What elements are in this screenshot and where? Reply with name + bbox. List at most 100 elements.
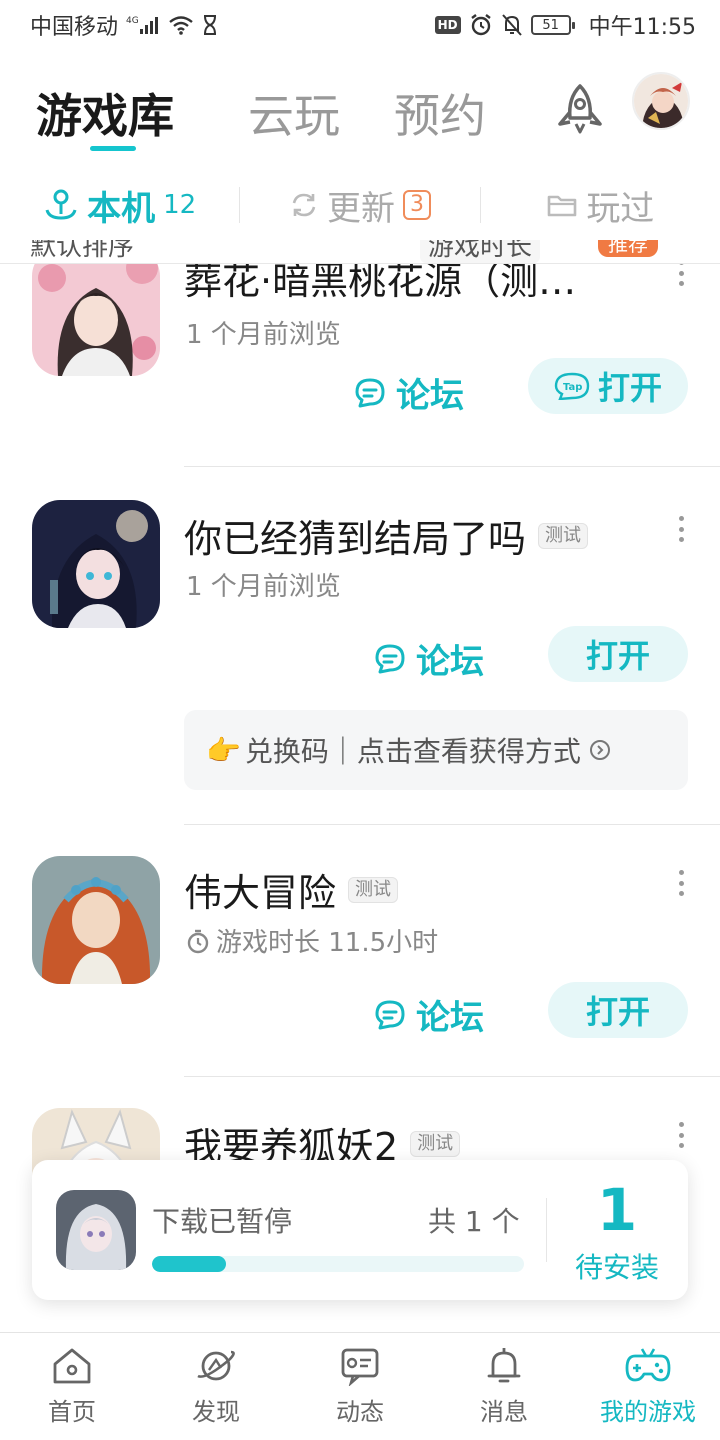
download-progress-fill	[152, 1256, 227, 1272]
subtab-local-count: 12	[163, 190, 197, 220]
forum-button[interactable]: 论坛	[374, 634, 484, 683]
active-tab-indicator	[90, 146, 136, 151]
stopwatch-icon	[187, 929, 209, 953]
carrier-label: 中国移动	[30, 15, 119, 40]
test-badge: 测试	[538, 522, 589, 549]
open-label: 打开	[597, 369, 662, 407]
open-button[interactable]: 打开	[548, 626, 688, 682]
header: 游戏库 云玩 预约	[0, 60, 720, 160]
mute-bell-icon	[501, 13, 523, 37]
clock: 中午11:55	[588, 15, 696, 40]
redeem-code-banner[interactable]: 👉 兑换码｜点击查看获得方式	[184, 710, 688, 790]
status-bar: 中国移动 4G HD 51 中午11:55	[0, 0, 720, 50]
nav-feed[interactable]: 动态	[288, 1333, 432, 1440]
network-label: 4G	[126, 16, 139, 26]
download-progress-bar	[152, 1256, 524, 1272]
game-title-row: 你已经猜到结局了吗 测试	[184, 508, 589, 563]
subtab-played-label: 玩过	[586, 188, 655, 229]
forum-chat-icon	[375, 644, 405, 673]
test-badge: 测试	[410, 1130, 461, 1157]
alarm-icon	[469, 13, 493, 37]
game-title[interactable]: 伟大冒险	[184, 862, 336, 917]
forum-label: 论坛	[416, 998, 484, 1038]
more-options-icon[interactable]	[674, 1122, 688, 1148]
hourglass-icon	[202, 15, 218, 35]
home-icon	[53, 1348, 91, 1384]
more-options-icon[interactable]	[674, 264, 688, 286]
bell-icon	[487, 1348, 521, 1383]
item-divider	[184, 466, 720, 467]
nav-messages[interactable]: 消息	[432, 1333, 576, 1440]
planet-icon	[197, 1350, 235, 1381]
taptap-icon: Tap	[554, 372, 590, 400]
subtab-updates[interactable]: 更新 3	[240, 181, 479, 230]
game-icon[interactable]	[32, 856, 160, 984]
open-button[interactable]: Tap 打开	[528, 358, 688, 414]
feed-icon	[341, 1348, 379, 1386]
bottom-nav: 首页 发现 动态 消息 我的游戏	[0, 1332, 720, 1440]
list-item[interactable]: 你已经猜到结局了吗 测试 1 个月前浏览 论坛 打开 👉 兑换码｜点击查看获得方…	[0, 500, 720, 820]
signal-icon: 4G	[126, 14, 160, 36]
tab-cloud-play[interactable]: 云玩	[248, 80, 340, 146]
update-count-badge: 3	[402, 190, 431, 220]
forum-label: 论坛	[396, 376, 464, 416]
nav-discover[interactable]: 发现	[144, 1333, 288, 1440]
forum-button[interactable]: 论坛	[354, 368, 464, 417]
game-icon[interactable]	[32, 264, 160, 376]
subtab-updates-label: 更新	[326, 188, 395, 229]
nav-my-games-label: 我的游戏	[600, 1398, 696, 1426]
sub-tabs: 本机 12 更新 3 玩过	[0, 170, 720, 240]
list-item[interactable]: 葬花·暗黑桃花源（测… 1 个月前浏览 论坛 Tap 打开	[0, 264, 720, 468]
open-button[interactable]: 打开	[548, 982, 688, 1038]
pointing-hand-icon: 👉	[206, 733, 241, 767]
nav-home-label: 首页	[48, 1398, 96, 1426]
sort-playtime[interactable]: 游戏时长	[420, 240, 541, 263]
pending-install-label[interactable]: 待安装	[562, 1246, 672, 1286]
subtab-local[interactable]: 本机 12	[0, 181, 239, 230]
game-last-viewed: 1 个月前浏览	[186, 572, 341, 602]
wifi-icon	[168, 15, 194, 35]
redeem-code-text: 兑换码｜点击查看获得方式	[244, 735, 581, 768]
download-status: 下载已暂停	[152, 1205, 293, 1238]
nav-my-games[interactable]: 我的游戏	[576, 1333, 720, 1440]
sort-default[interactable]: 默认排序	[30, 240, 134, 263]
more-options-icon[interactable]	[674, 870, 688, 896]
tab-reservations[interactable]: 预约	[394, 80, 486, 146]
open-label: 打开	[585, 993, 650, 1031]
battery-level: 51	[542, 17, 559, 33]
subtab-local-label: 本机	[87, 188, 156, 229]
taptap-label: Tap	[563, 382, 582, 393]
download-divider	[546, 1198, 547, 1262]
game-title[interactable]: 你已经猜到结局了吗	[184, 508, 526, 563]
forum-chat-icon	[355, 378, 385, 407]
nav-home[interactable]: 首页	[0, 1333, 144, 1440]
item-divider	[184, 1076, 720, 1077]
game-playtime: 游戏时长 11.5小时	[186, 922, 438, 959]
item-divider	[184, 824, 720, 825]
hd-icon: HD	[434, 16, 461, 34]
open-label: 打开	[585, 637, 650, 675]
downloading-game-icon	[56, 1190, 136, 1270]
nav-feed-label: 动态	[336, 1398, 384, 1426]
battery-icon: 51	[530, 15, 575, 35]
game-title-row: 伟大冒险 测试	[184, 862, 399, 917]
tab-game-library[interactable]: 游戏库	[36, 80, 174, 146]
game-last-viewed: 1 个月前浏览	[186, 320, 341, 350]
folder-icon	[548, 195, 577, 217]
rocket-icon[interactable]	[552, 82, 608, 142]
subtab-played[interactable]: 玩过	[481, 181, 720, 230]
forum-chat-icon	[375, 1000, 405, 1029]
game-icon[interactable]	[32, 500, 160, 628]
user-avatar[interactable]	[632, 72, 690, 130]
gamepad-icon	[625, 1348, 671, 1382]
nav-messages-label: 消息	[480, 1398, 528, 1426]
download-total: 共 1 个	[428, 1205, 520, 1238]
forum-button[interactable]: 论坛	[374, 990, 484, 1039]
list-item[interactable]: 伟大冒险 测试 游戏时长 11.5小时 论坛 打开	[0, 856, 720, 1076]
game-title[interactable]: 葬花·暗黑桃花源（测…	[184, 264, 576, 305]
more-options-icon[interactable]	[674, 516, 688, 542]
game-title-row: 葬花·暗黑桃花源（测…	[184, 264, 576, 305]
download-card[interactable]: 下载已暂停 共 1 个 1 待安装	[32, 1160, 688, 1300]
recommend-badge: 推荐	[598, 240, 658, 257]
forum-label: 论坛	[416, 642, 484, 682]
